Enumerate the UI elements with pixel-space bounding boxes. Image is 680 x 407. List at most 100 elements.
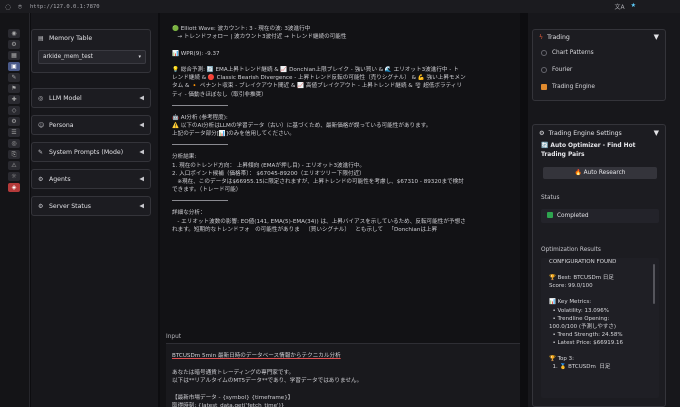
nav-icon-8[interactable]: ⚙ [8,117,20,126]
shield-icon[interactable]: ◌ [4,3,12,11]
nav-icon-14[interactable]: ◈ [8,183,20,192]
text-line: • Trendline Opening: [549,315,610,322]
nav-icon-7[interactable]: ◇ [8,106,20,115]
option-fourier[interactable]: Fourier [533,61,665,78]
text-line: 🟢 Elliott Wave: 波カウント: 3 - 現在の波: 3波進行中 [172,26,311,32]
status-label: Status [541,195,560,201]
text-line: 📊 Key Metrics: [549,299,592,306]
text-line [549,290,655,298]
nav-icon-9[interactable]: ☰ [8,128,20,137]
scrollbar[interactable] [653,264,655,304]
panel-system-prompts-mode-[interactable]: ✎ System Prompts (Mode) ◀ [31,142,151,162]
text-line: 💡 総合予測: 🔄 EMA上昇トレンド継続 & 📈 Donchian上限ブレイク… [172,67,459,74]
trading-header[interactable]: ϟ Trading ▼ [533,30,665,44]
option-trading-engine[interactable]: Trading Engine [533,78,665,95]
nav-icon-11[interactable]: ⎘ [8,150,20,159]
nav-icon-5[interactable]: ⚑ [8,84,20,93]
collapse-icon[interactable]: ▼ [654,129,659,137]
memory-table-panel: ▤ Memory Table arkide_mem_test ▾ [31,29,151,73]
text-line: - エリオット波数の影響: EO値(141, EMA(5)-EMA(34)) は… [172,218,466,225]
text-line: CONFIGURATION FOUND [549,259,617,265]
trading-engine-settings-panel: ⚙ Trading Engine Settings ▼ 🔄 Auto Optim… [532,124,666,407]
chevron-down-icon: ▾ [138,54,141,60]
divider [172,200,228,202]
panel-agents[interactable]: ⚙ Agents ◀ [31,169,151,189]
output-text[interactable]: 🟢 Elliott Wave: 波カウント: 3 - 現在の波: 3波進行中 →… [166,17,520,329]
memory-table-select[interactable]: arkide_mem_test ▾ [38,50,146,64]
panel-persona[interactable]: ☺ Persona ◀ [31,115,151,135]
server-icon: ⚙ [38,202,44,210]
text-line: 取得時刻: {latest_data.get('fetch_time')} [172,403,285,407]
nav-icon-13[interactable]: ☼ [8,172,20,181]
option-chart-patterns[interactable]: Chart Patterns [533,44,665,61]
text-line: 上記のデータ部分[📊]のみを信用してください。 [172,131,295,138]
settings-header[interactable]: ⚙ Trading Engine Settings ▼ [533,125,665,141]
text-line: • Volatility: 13.096% [549,307,609,314]
page-info-icon[interactable]: ⌾ [16,3,24,11]
optimization-results[interactable]: CONFIGURATION FOUND 🏆 Best: BTCUSDm 日足 Sc… [541,258,659,398]
text-line: れます。短期的なトレンドフォ の可能性がありま （買いシグナル） とも示して 「… [172,226,438,233]
text-line: BTCUSDm 5min 最新日時のデータベース情報からテクニカル分析 [172,353,341,359]
nav-icon-0[interactable]: ◉ [8,29,20,38]
text-line: できます。（トレード可能） [172,187,242,194]
text-line [172,58,514,66]
left-nav: ◉ ⚙ ▦ ▣ ✎ ⚑ ✚ ◇ ⚙ ☰ ◎ ⎘ ⚠ ☼ ◈ [0,13,30,407]
nav-icon-10[interactable]: ◎ [8,139,20,148]
text-line: 🏆 Best: BTCUSDm 日足 [549,275,614,282]
text-line: 📊 WPR(9): -9.37 [172,50,220,57]
nav-icon-3[interactable]: ▣ [8,62,20,71]
checkbox-icon[interactable] [541,66,547,73]
bookmark-star-icon[interactable]: ★ [631,2,636,11]
panel-label: System Prompts (Mode) [49,148,124,156]
translate-icon[interactable]: 文A [615,2,625,11]
person-icon: ☺ [38,121,45,129]
nav-icon-12[interactable]: ⚠ [8,161,20,170]
prompt-icon: ✎ [38,148,44,156]
chevron-left-icon[interactable]: ◀ [139,149,144,156]
text-line: ※現在、このデータは$66955.15に限定されますが、上昇トレンドの可能性を考… [172,179,464,186]
main-area: 🟢 Elliott Wave: 波カウント: 3 - 現在の波: 3波進行中 →… [160,13,520,407]
collapse-icon[interactable]: ▼ [654,33,659,41]
nav-icon-4[interactable]: ✎ [8,73,20,82]
text-line: 100.0/100 (予測しやすさ) [549,323,617,330]
text-line: 🏆 Top 3: [549,356,574,363]
text-line [172,41,514,49]
status-value: Completed [541,209,659,223]
chevron-left-icon[interactable]: ◀ [139,203,144,210]
panel-label: Server Status [49,202,91,210]
gear-icon: ⚙ [539,129,545,137]
panel-label: Agents [49,175,71,183]
input-textarea[interactable]: BTCUSDm 5min 最新日時のデータベース情報からテクニカル分析 あなたは… [166,343,520,407]
panel-llm-model[interactable]: ◎ LLM Model ◀ [31,88,151,108]
nav-icon-6[interactable]: ✚ [8,95,20,104]
auto-optimizer-title: 🔄 Auto Optimizer - Find Hot Trading Pair… [541,143,636,158]
address-bar[interactable]: http://127.0.0.1:7870 [30,4,100,10]
auto-research-button[interactable]: 🔥 Auto Research [543,167,657,179]
text-line: 1. 現在のトレンド方向： 上昇傾向 (EMAが押し目) - エリオット3波進行… [172,162,365,169]
divider [172,144,228,146]
checkbox-checked-icon[interactable] [541,83,547,90]
checkbox-icon[interactable] [541,49,547,56]
text-line: • Trend Strength: 24.58% [549,331,623,338]
bolt-icon: ϟ [539,33,544,41]
agents-icon: ⚙ [38,175,44,183]
nav-icon-2[interactable]: ▦ [8,51,20,60]
nav-icon-1[interactable]: ⚙ [8,40,20,49]
chevron-left-icon[interactable]: ◀ [139,95,144,102]
input-label: Input [166,334,182,340]
text-line: Score: 99.0/100 [549,283,593,290]
browser-bar: ◌ ⌾ http://127.0.0.1:7870 文A ★ [0,0,680,13]
sidebar: ▤ Memory Table arkide_mem_test ▾ ◎ LLM Mo… [31,13,158,407]
text-line: → トレンドフォロー | 波カウント3波付近 → トレンド継続の可能性 [172,34,347,41]
panel-server-status[interactable]: ⚙ Server Status ◀ [31,196,151,216]
text-line: 詳細な分析： [172,210,206,217]
text-line: 以下は**リアルタイムのMT5データ**であり、学習データではありません。 [172,378,363,385]
trading-panel: ϟ Trading ▼ Chart Patterns Fourier Trading… [532,29,666,101]
right-panel: ϟ Trading ▼ Chart Patterns Fourier Trading… [528,13,680,407]
chevron-left-icon[interactable]: ◀ [139,176,144,183]
divider [172,104,228,106]
storage-icon: ▤ [38,34,44,42]
text-line: 分析結果: [172,154,197,161]
chevron-left-icon[interactable]: ◀ [139,122,144,129]
check-icon [547,212,553,218]
